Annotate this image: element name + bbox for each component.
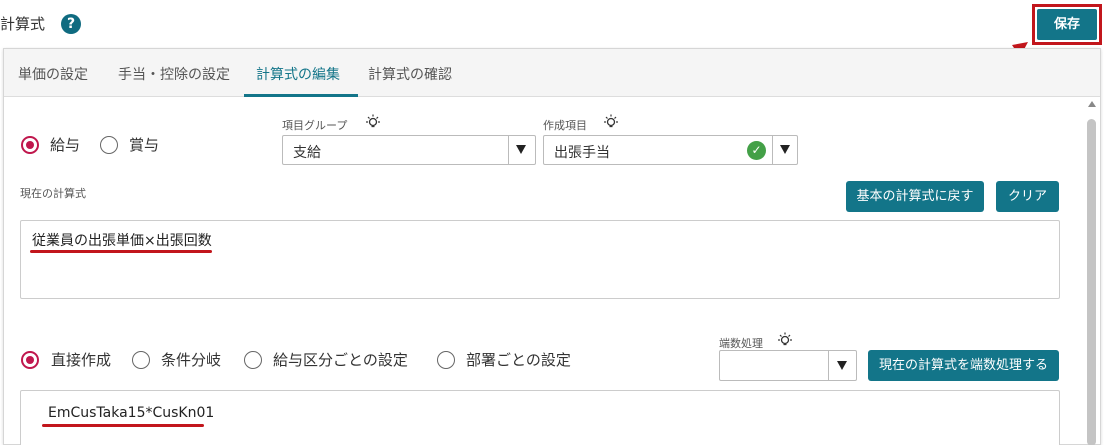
radio-by-pay-category[interactable]	[244, 351, 262, 369]
radio-conditional-label: 条件分岐	[161, 351, 222, 369]
item-group-label: 項目グループ	[282, 119, 348, 132]
reset-formula-button[interactable]: 基本の計算式に戻す	[846, 181, 984, 212]
clear-button[interactable]: クリア	[996, 181, 1059, 212]
lightbulb-icon[interactable]	[603, 114, 619, 130]
top-bar: 計算式 ? 保存	[0, 0, 1105, 48]
radio-direct-create-label: 直接作成	[51, 351, 112, 369]
scrollbar[interactable]	[1087, 101, 1097, 445]
radio-direct-create[interactable]	[21, 351, 39, 369]
created-item-value: 出張手当	[554, 145, 610, 161]
select-divider	[508, 136, 509, 164]
radio-by-department-label: 部署ごとの設定	[466, 351, 571, 369]
page-title: 計算式	[0, 15, 46, 33]
tab-unit-price[interactable]: 単価の設定	[18, 64, 88, 84]
lightbulb-icon[interactable]	[365, 114, 381, 130]
direct-formula-box[interactable]: EmCusTaka15*CusKn01	[20, 390, 1060, 445]
select-divider	[772, 136, 773, 164]
rounding-label: 端数処理	[719, 337, 763, 350]
direct-formula-text: EmCusTaka15*CusKn01	[48, 405, 215, 421]
tab-formula-confirm[interactable]: 計算式の確認	[368, 64, 452, 84]
tab-allowance-deduction[interactable]: 手当・控除の設定	[118, 64, 230, 84]
chevron-down-icon[interactable]	[780, 145, 790, 154]
help-icon[interactable]: ?	[61, 14, 81, 34]
scroll-thumb[interactable]	[1087, 119, 1096, 445]
radio-bonus-label: 賞与	[129, 136, 160, 154]
tab-bar: 単価の設定 手当・控除の設定 計算式の編集 計算式の確認	[4, 49, 1100, 97]
formula-editor-panel: 単価の設定 手当・控除の設定 計算式の編集 計算式の確認 給与 賞与 項目グルー…	[3, 48, 1101, 445]
lightbulb-icon[interactable]	[777, 332, 793, 348]
item-group-select[interactable]: 支給	[282, 135, 536, 165]
current-formula-box[interactable]: 従業員の出張単価×出張回数	[20, 220, 1060, 299]
tab-formula-edit[interactable]: 計算式の編集	[256, 64, 340, 84]
check-icon: ✓	[747, 141, 766, 160]
current-formula-text: 従業員の出張単価×出張回数	[32, 233, 212, 249]
created-item-label: 作成項目	[543, 119, 587, 132]
save-button-highlight: 保存	[1032, 4, 1102, 45]
active-tab-indicator	[244, 94, 358, 97]
highlight-underline	[42, 424, 204, 427]
radio-bonus[interactable]	[100, 136, 118, 154]
created-item-select[interactable]: 出張手当 ✓	[543, 135, 798, 165]
radio-salary-label: 給与	[50, 136, 81, 154]
save-button[interactable]: 保存	[1037, 9, 1097, 40]
current-formula-label: 現在の計算式	[20, 187, 86, 200]
highlight-underline	[30, 250, 212, 253]
radio-by-pay-category-label: 給与区分ごとの設定	[273, 351, 408, 369]
select-divider	[828, 351, 829, 380]
radio-by-department[interactable]	[437, 351, 455, 369]
scroll-up-icon[interactable]	[1088, 101, 1096, 107]
apply-rounding-button[interactable]: 現在の計算式を端数処理する	[868, 350, 1059, 381]
radio-salary[interactable]	[21, 136, 39, 154]
chevron-down-icon[interactable]	[837, 361, 847, 370]
radio-conditional[interactable]	[132, 351, 150, 369]
chevron-down-icon[interactable]	[516, 145, 526, 154]
item-group-value: 支給	[293, 145, 321, 161]
rounding-select[interactable]	[719, 350, 857, 381]
